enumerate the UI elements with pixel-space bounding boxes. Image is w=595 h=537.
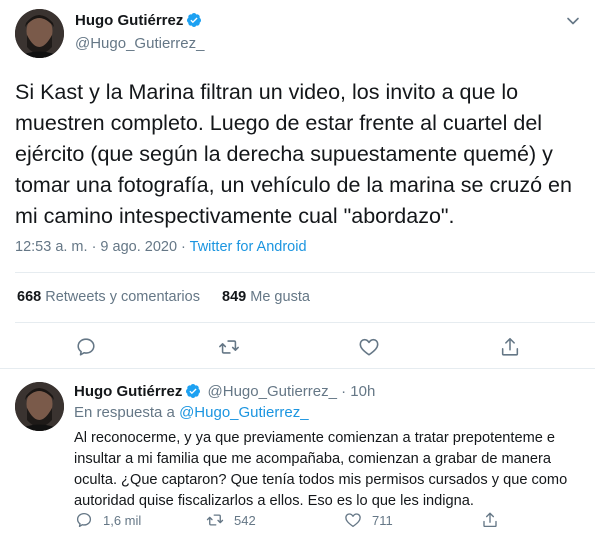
author-name-text[interactable]: Hugo Gutiérrez — [75, 12, 183, 29]
author-handle[interactable]: @Hugo_Gutierrez_ · 10h — [208, 383, 376, 400]
chevron-down-icon[interactable] — [566, 14, 580, 28]
like-button[interactable] — [358, 336, 380, 358]
likes-label: Me gusta — [250, 289, 310, 305]
tweet-text: Al reconocerme, y ya que previamente com… — [74, 430, 568, 509]
source-link[interactable]: Twitter for Android — [190, 239, 307, 255]
retweets-count: 668 — [17, 289, 42, 305]
like-icon — [359, 338, 379, 356]
timestamp[interactable]: 12:53 a. m. · 9 ago. 2020 · — [15, 239, 190, 255]
likes-count: 849 — [222, 289, 247, 305]
retweets-label: Retweets y comentarios — [45, 289, 200, 305]
tweet-stats: 668 Retweets y comentarios 849 Me gusta — [17, 289, 310, 305]
avatar[interactable] — [15, 382, 64, 431]
likes-count: 711 — [372, 513, 393, 528]
reply-button[interactable] — [75, 336, 97, 358]
verified-badge-icon — [187, 13, 202, 27]
divider — [15, 322, 595, 323]
main-tweet: Hugo Gutiérrez @Hugo_Gutierrez_ Si Kast … — [0, 0, 595, 368]
retweet-icon — [219, 340, 239, 354]
retweet-icon — [206, 514, 224, 526]
like-button[interactable]: 711 — [344, 511, 393, 529]
tweet-meta: 12:53 a. m. · 9 ago. 2020 · Twitter for … — [15, 239, 307, 255]
reply-header: Hugo Gutiérrez @Hugo_Gutierrez_ · 10h — [74, 383, 375, 400]
replies-count: 1,6 mil — [103, 513, 142, 528]
retweets-stat[interactable]: 668 Retweets y comentarios — [17, 289, 200, 305]
author-name[interactable]: Hugo Gutiérrez — [74, 383, 182, 400]
retweet-button[interactable]: 542 — [206, 511, 256, 529]
reply-icon — [76, 512, 92, 528]
reply-icon — [77, 338, 95, 356]
retweet-button[interactable] — [218, 336, 240, 358]
likes-stat[interactable]: 849 Me gusta — [222, 289, 310, 305]
share-button[interactable] — [499, 336, 521, 358]
reply-context: En respuesta a @Hugo_Gutierrez_ — [74, 404, 309, 421]
share-icon — [501, 337, 519, 356]
reply-prefix: En respuesta a — [74, 404, 180, 421]
divider — [15, 272, 595, 273]
author-handle[interactable]: @Hugo_Gutierrez_ — [75, 35, 204, 52]
reply-button[interactable]: 1,6 mil — [75, 511, 141, 529]
divider — [0, 368, 595, 369]
tweet-text: Si Kast y la Marina filtran un video, lo… — [15, 80, 572, 228]
reply-target-link[interactable]: @Hugo_Gutierrez_ — [179, 404, 308, 421]
author-name[interactable]: Hugo Gutiérrez — [75, 12, 202, 29]
retweets-count: 542 — [234, 513, 256, 528]
avatar[interactable] — [15, 9, 64, 58]
like-icon — [345, 513, 361, 528]
verified-badge-icon — [186, 384, 201, 398]
share-icon — [483, 512, 497, 528]
share-button[interactable] — [481, 511, 509, 529]
